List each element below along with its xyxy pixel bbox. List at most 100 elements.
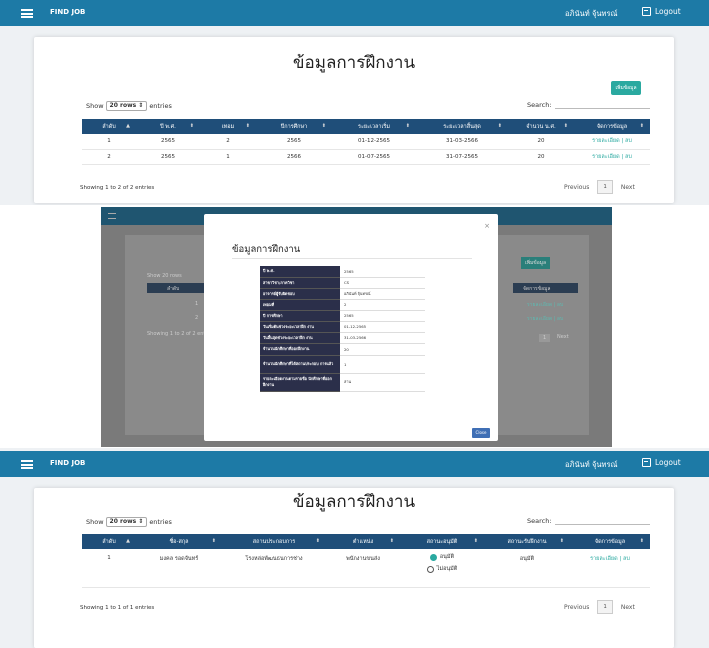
column-header[interactable]: เทอม ⬍ — [200, 119, 256, 134]
detail-row: จำนวนนักศึกษาที่ออกฝึกงาน 20 — [260, 343, 425, 356]
logout-label: Logout — [655, 458, 681, 467]
row-actions-link[interactable]: รายละเอียด | ลบ — [570, 549, 650, 588]
table-cell: มงคล รอดจันทร์ — [136, 549, 222, 588]
sort-icon: ⬍ — [497, 123, 502, 129]
navbar: FIND JOB อภินันท์ จุ้นทรณ์ Logout — [0, 0, 709, 26]
table-row: 2 2565 1 2566 01-07-2565 31-07-2565 20 ร… — [82, 149, 650, 165]
menu-icon[interactable] — [21, 9, 33, 18]
logout-button[interactable]: Logout — [642, 458, 681, 467]
table-cell: 1 — [200, 149, 256, 165]
logout-icon — [642, 7, 651, 16]
screenshot-student-list: FIND JOB อภินันท์ จุ้นทรณ์ Logout ข้อมูล… — [0, 448, 709, 648]
dimmed-add-button: เพิ่มข้อมูล — [521, 257, 551, 269]
column-header[interactable]: ชื่อ-สกุล ⬍ — [136, 534, 222, 549]
column-header[interactable]: ลำดับ ▲ — [82, 119, 136, 134]
table-info: Showing 1 to 2 of 2 entries — [80, 185, 155, 191]
content-card: ข้อมูลการฝึกงาน เพิ่มข้อมูล Show 20 rows… — [34, 37, 674, 203]
add-button[interactable]: เพิ่มข้อมูล — [611, 81, 641, 95]
search-input[interactable] — [554, 523, 650, 525]
entries-label: entries — [149, 102, 172, 110]
column-header[interactable]: ระยะเวลาสิ้นสุด ⬍ — [416, 119, 508, 134]
column-header[interactable]: จัดการข้อมูล ⬍ — [574, 119, 650, 134]
next-button[interactable]: Next — [621, 184, 635, 191]
table-cell: 01-12-2565 — [332, 134, 416, 150]
sort-icon: ⬍ — [473, 538, 478, 544]
sort-icon: ▲ — [126, 123, 130, 129]
rows-select[interactable]: 20 rows ⇕ — [105, 101, 148, 111]
search-label: Search: — [527, 517, 552, 525]
brand[interactable]: FIND JOB — [50, 459, 85, 467]
detail-value: 2565 — [340, 266, 425, 278]
page-button[interactable]: 1 — [597, 180, 613, 194]
table-cell: 2 — [82, 149, 136, 165]
detail-label: จำนวนนักศึกษาที่ออกฝึกงาน — [260, 343, 340, 356]
detail-label: สาขาวิชา/ภาควิชา — [260, 277, 340, 289]
table-row: 1 2565 2 2565 01-12-2565 31-03-2566 20 ร… — [82, 134, 650, 150]
sort-icon: ▲ — [126, 538, 130, 544]
dimmed-row-1: 1 — [195, 301, 199, 307]
column-header[interactable]: ระยะเวลาเริ่ม ⬍ — [332, 119, 416, 134]
search-input[interactable] — [554, 107, 650, 109]
search-label: Search: — [527, 101, 552, 109]
detail-value: 1 — [340, 355, 425, 374]
column-header[interactable]: สถานประกอบการ ⬍ — [222, 534, 326, 549]
sort-icon: ⬍ — [189, 123, 194, 129]
previous-button[interactable]: Previous — [564, 604, 589, 611]
table-row: 1 มงคล รอดจันทร์ โรงหล่อพัฒนธนการช่าง พน… — [82, 549, 650, 588]
detail-value: 2565 — [340, 310, 425, 322]
approve-label: อนุมัติ — [439, 554, 455, 560]
screenshot-training-list: FIND JOB อภินันท์ จุ้นทรณ์ Logout ข้อมูล… — [0, 0, 709, 205]
logout-label: Logout — [655, 7, 681, 16]
detail-row: รายละเอียดงานตามรายชื่อ นักศึกษาที่ออกฝึ… — [260, 373, 425, 392]
menu-icon[interactable] — [21, 460, 33, 469]
sort-icon: ⬍ — [563, 123, 568, 129]
approve-option[interactable]: อนุมัติ — [400, 551, 484, 563]
dimmed-row-action-1: รายละเอียด | ลบ — [527, 302, 564, 308]
column-header[interactable]: ตำแหน่ง ⬍ — [326, 534, 400, 549]
detail-table: ปี พ.ศ. 2565 สาขาวิชา/ภาควิชา CS อาจารย์ผู… — [260, 266, 425, 392]
table-cell: 01-07-2565 — [332, 149, 416, 165]
table-cell: 2 — [200, 134, 256, 150]
content-card: ข้อมูลการฝึกงาน Show 20 rows ⇕ entries S… — [34, 488, 674, 648]
detail-value: อภินันท์ จุ้นทรณ์ — [340, 288, 425, 300]
show-label: Show — [86, 518, 104, 526]
close-icon[interactable]: × — [484, 222, 490, 230]
detail-row: ปี การศึกษา 2565 — [260, 310, 425, 322]
sort-icon: ⬍ — [559, 538, 564, 544]
column-header[interactable]: ลำดับ ▲ — [82, 534, 136, 549]
previous-button[interactable]: Previous — [564, 184, 589, 191]
rows-select-value: 20 rows — [109, 518, 137, 525]
table-cell: 2565 — [136, 149, 200, 165]
detail-label: วันสิ้นสุดช่วงระยะเวลาฝึก งาน — [260, 332, 340, 344]
entries-label: entries — [149, 518, 172, 526]
column-header[interactable]: จำนวน น.ศ. ⬍ — [508, 119, 574, 134]
reject-option[interactable]: ไม่อนุมัติ — [400, 563, 484, 575]
brand[interactable]: FIND JOB — [50, 8, 85, 16]
column-header[interactable]: สถานะรับฝึกงาน ⬍ — [484, 534, 570, 549]
table-header: ลำดับ ▲ ปี พ.ศ. ⬍ เทอม ⬍ ปีการศึกษา ⬍ ระยะเว… — [82, 119, 650, 134]
row-actions-link[interactable]: รายละเอียด | ลบ — [574, 134, 650, 150]
detail-value: 01-12-2565 — [340, 321, 425, 333]
column-header[interactable]: จัดการข้อมูล ⬍ — [570, 534, 650, 549]
detail-value: 2 — [340, 299, 425, 311]
detail-value: 31-03-2566 — [340, 332, 425, 344]
next-button[interactable]: Next — [621, 604, 635, 611]
detail-value: 20 — [340, 343, 425, 356]
column-header[interactable]: ปี พ.ศ. ⬍ — [136, 119, 200, 134]
page-length: Show 20 rows ⇕ entries — [86, 517, 172, 527]
column-header[interactable]: ปีการศึกษา ⬍ — [256, 119, 332, 134]
page-button[interactable]: 1 — [597, 600, 613, 614]
student-table: ลำดับ ▲ ชื่อ-สกุล ⬍ สถานประกอบการ ⬍ ตำแหน่ง… — [82, 534, 650, 588]
reject-radio[interactable] — [426, 565, 434, 573]
sort-icon: ⬍ — [245, 123, 250, 129]
close-button[interactable]: Close — [472, 428, 490, 438]
approve-radio[interactable] — [429, 553, 437, 561]
dimmed-show: Show 20 rows — [147, 273, 182, 279]
logout-button[interactable]: Logout — [642, 7, 681, 16]
column-header[interactable]: สถานะอนุมัติ ⬍ — [400, 534, 484, 549]
dimmed-page: 1 — [539, 334, 551, 342]
rows-select[interactable]: 20 rows ⇕ — [105, 517, 148, 527]
approval-cell: อนุมัติ ไม่อนุมัติ — [400, 549, 484, 588]
row-actions-link[interactable]: รายละเอียด | ลบ — [574, 149, 650, 165]
detail-label: เทอมที่ — [260, 299, 340, 311]
